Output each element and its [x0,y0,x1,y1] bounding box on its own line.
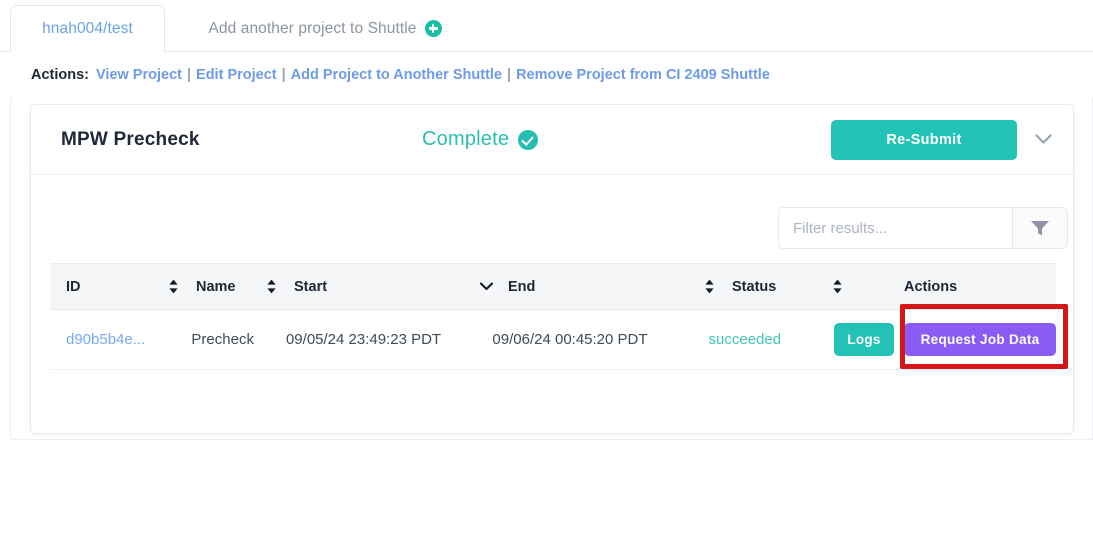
sort-updown-icon[interactable] [266,279,294,294]
app-root: hnah004/test Add another project to Shut… [0,0,1093,551]
chevron-down-icon[interactable] [1030,127,1056,153]
table-row: d90b5b4e... Precheck 09/05/24 23:49:23 P… [50,304,1069,370]
sort-updown-icon[interactable] [168,279,196,294]
check-circle-icon [518,129,539,150]
jobs-table: ID Name Start End Status Actions d90b5b4… [50,263,1069,370]
column-header-status[interactable]: Status [732,279,832,295]
project-tab-strip: hnah004/test Add another project to Shut… [0,0,1093,52]
tab-label: Add another project to Shuttle [208,19,417,37]
tab-label: hnah004/test [42,19,133,37]
actions-separator: | [186,67,192,83]
cell-name: Precheck [191,331,254,348]
column-header-id[interactable]: ID [50,279,168,295]
tab-add-another-project[interactable]: Add another project to Shuttle [180,5,470,52]
tab-project-hnah004-test[interactable]: hnah004/test [10,5,165,52]
filter-row [31,175,1073,271]
funnel-icon[interactable] [1012,207,1068,249]
logs-button[interactable]: Logs [834,323,895,356]
cell-status: succeeded [708,331,782,348]
page-title: MPW Precheck [61,128,200,150]
cell-end: 09/06/24 00:45:20 PDT [492,331,648,348]
cell-start: 09/05/24 23:49:23 PDT [285,331,442,348]
link-remove-project-from-shuttle[interactable]: Remove Project from CI 2409 Shuttle [516,67,770,83]
cell-job-id[interactable]: d90b5b4e... [66,331,145,348]
re-submit-button[interactable]: Re-Submit [831,119,1017,160]
request-job-data-button[interactable]: Request Job Data [904,323,1057,356]
sort-updown-icon[interactable] [704,279,732,294]
link-view-project[interactable]: View Project [96,67,182,83]
column-header-actions: Actions [904,278,958,295]
search-input[interactable] [778,207,1012,249]
status-badge-label: Complete [422,128,510,150]
link-edit-project[interactable]: Edit Project [196,67,277,83]
mpw-precheck-card: MPW Precheck Complete Re-Submit Filter r… [30,104,1074,434]
chevron-down-icon[interactable] [480,282,508,291]
column-header-name[interactable]: Name [196,279,266,295]
plus-circle-icon [424,20,442,37]
column-header-end[interactable]: End [508,279,704,295]
card-header: MPW Precheck Complete Re-Submit [31,105,1073,175]
row-actions: Logs Request Job Data [832,304,1069,369]
actions-separator: | [281,67,286,83]
table-header-row: ID Name Start End Status Actions [50,263,1056,310]
actions-separator: | [507,67,512,83]
column-header-start[interactable]: Start [294,279,480,295]
content-panel: MPW Precheck Complete Re-Submit Filter r… [10,98,1093,440]
sort-updown-icon[interactable] [832,279,860,294]
actions-label: Actions: [31,67,89,83]
filter-group [778,207,1068,249]
link-add-project-to-another-shuttle[interactable]: Add Project to Another Shuttle [291,67,502,83]
actions-bar: Actions: View Project | Edit Project | A… [0,52,1093,98]
status-badge: Complete [422,128,539,151]
